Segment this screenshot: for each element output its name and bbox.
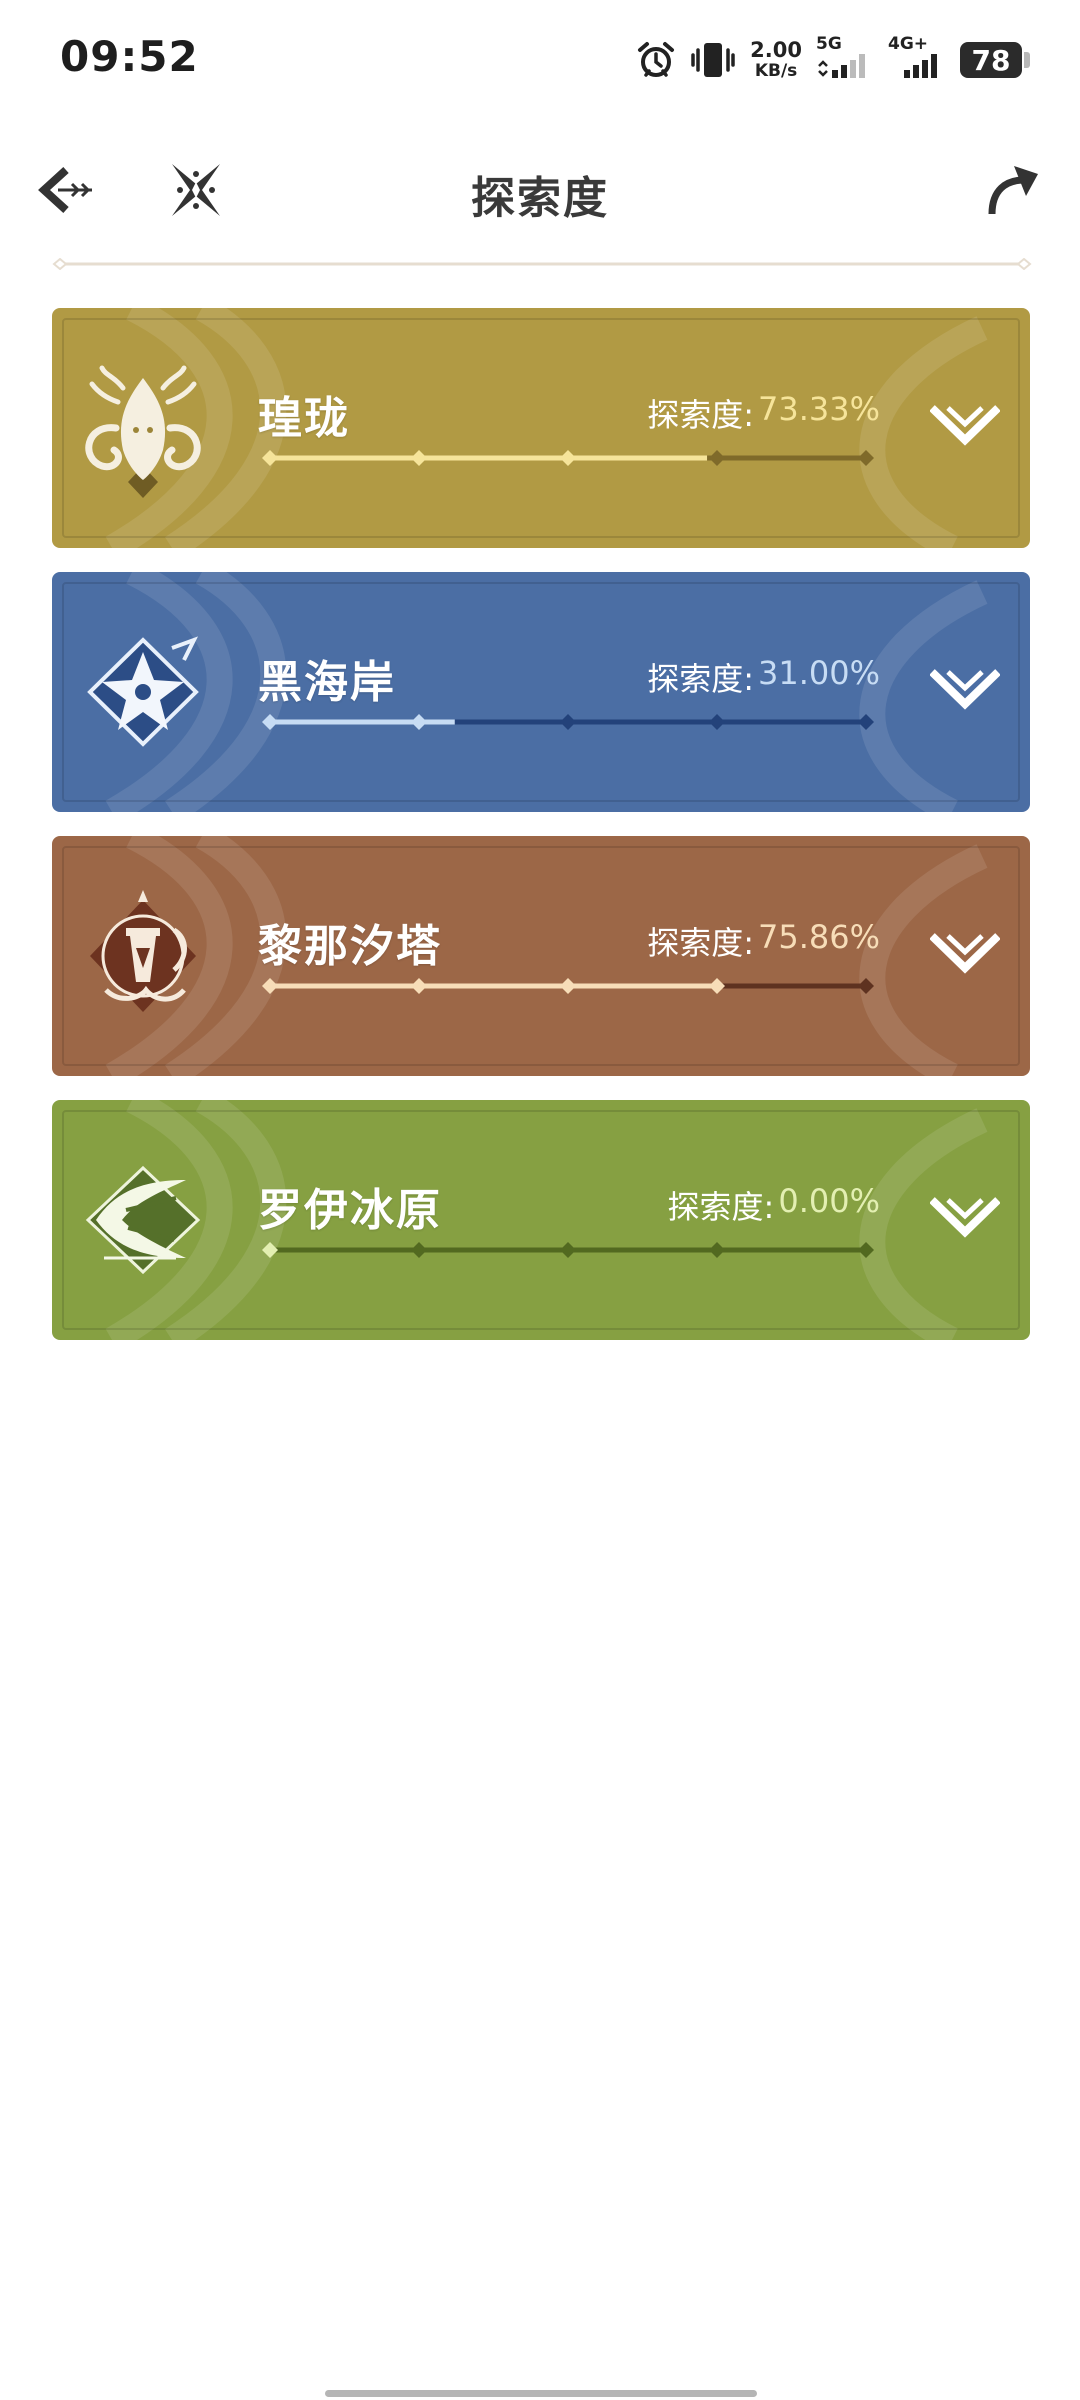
progress-milestone bbox=[858, 978, 874, 994]
progress-milestone bbox=[262, 978, 278, 994]
progress-milestone bbox=[709, 978, 725, 994]
header-divider bbox=[52, 258, 1032, 270]
network-speed-value: 2.00 bbox=[750, 38, 802, 62]
exploration-progress-bar bbox=[262, 978, 874, 994]
network-speed: 2.00 KB/s bbox=[750, 40, 802, 80]
exploration-label: 探索度: 73.33% bbox=[647, 390, 880, 436]
share-button[interactable] bbox=[982, 160, 1046, 220]
region-name: 黑海岸 bbox=[258, 657, 396, 708]
vibrate-icon bbox=[690, 40, 736, 80]
exploration-label-text: 探索度: bbox=[647, 924, 754, 962]
exploration-percent: 0.00% bbox=[778, 1182, 880, 1220]
progress-milestone bbox=[709, 450, 725, 466]
header-bar: 探索度 bbox=[0, 150, 1080, 230]
network-speed-unit: KB/s bbox=[754, 61, 798, 81]
progress-milestone bbox=[560, 450, 576, 466]
progress-milestone bbox=[858, 1242, 874, 1258]
progress-milestone bbox=[560, 978, 576, 994]
exploration-label: 探索度: 0.00% bbox=[668, 1182, 880, 1228]
exploration-progress-bar bbox=[262, 714, 874, 730]
progress-milestone bbox=[262, 1242, 278, 1258]
exploration-label: 探索度: 31.00% bbox=[647, 654, 880, 700]
signal-icon-2: 4G+ bbox=[888, 34, 946, 82]
status-bar: 09:52 2.00 KB/s 5G 4G+ 78 bbox=[0, 0, 1080, 120]
alarm-icon bbox=[636, 40, 676, 80]
star-flower-emblem-icon bbox=[87, 636, 199, 747]
progress-milestone bbox=[858, 714, 874, 730]
page-title: 探索度 bbox=[471, 173, 609, 224]
exploration-progress-bar bbox=[262, 450, 874, 466]
progress-milestone bbox=[411, 978, 427, 994]
share-arrow-icon bbox=[988, 166, 1038, 215]
progress-milestone bbox=[560, 1242, 576, 1258]
exploration-label-text: 探索度: bbox=[647, 396, 754, 434]
exploration-percent: 75.86% bbox=[757, 918, 880, 956]
chevron-down-icon[interactable] bbox=[930, 1192, 1000, 1242]
region-name: 黎那汐塔 bbox=[258, 921, 442, 972]
exploration-label-text: 探索度: bbox=[667, 1188, 775, 1226]
progress-milestone bbox=[262, 714, 278, 730]
region-card-huanglong[interactable]: 瑝珑 探索度: 73.33% bbox=[52, 308, 1030, 548]
ice-blade-emblem-icon bbox=[85, 1165, 201, 1275]
progress-milestone bbox=[411, 450, 427, 466]
region-card-roya-frostlands[interactable]: 罗伊冰原 探索度: 0.00% bbox=[52, 1100, 1030, 1340]
chevron-down-icon[interactable] bbox=[930, 928, 1000, 978]
signal-icon: 5G bbox=[816, 34, 874, 82]
battery-icon: 78 bbox=[960, 42, 1030, 78]
exploration-percent: 31.00% bbox=[757, 654, 880, 692]
sim1-label: 5G bbox=[816, 34, 842, 54]
progress-milestone bbox=[858, 450, 874, 466]
status-time: 09:52 bbox=[60, 32, 199, 81]
exploration-label-text: 探索度: bbox=[647, 660, 754, 698]
progress-milestone bbox=[560, 714, 576, 730]
chevron-down-icon[interactable] bbox=[930, 400, 1000, 450]
status-icons: 2.00 KB/s 5G 4G+ 78 bbox=[636, 34, 1030, 86]
exploration-progress-bar bbox=[262, 1242, 874, 1258]
sim2-label: 4G+ bbox=[888, 34, 929, 54]
region-card-rinascita[interactable]: 黎那汐塔 探索度: 75.86% bbox=[52, 836, 1030, 1076]
progress-milestone bbox=[709, 1242, 725, 1258]
region-card-black-shores[interactable]: 黑海岸 探索度: 31.00% bbox=[52, 572, 1030, 812]
region-name: 瑝珑 bbox=[258, 393, 350, 444]
progress-milestone bbox=[262, 450, 278, 466]
progress-milestone bbox=[709, 714, 725, 730]
progress-milestone bbox=[411, 714, 427, 730]
bell-tower-emblem-icon bbox=[90, 890, 196, 1012]
dragon-emblem-icon bbox=[85, 365, 201, 498]
exploration-percent: 73.33% bbox=[757, 390, 880, 428]
region-name: 罗伊冰原 bbox=[258, 1185, 442, 1236]
chevron-down-icon[interactable] bbox=[930, 664, 1000, 714]
progress-milestone bbox=[411, 1242, 427, 1258]
home-indicator[interactable] bbox=[325, 2390, 757, 2397]
exploration-label: 探索度: 75.86% bbox=[647, 918, 880, 964]
